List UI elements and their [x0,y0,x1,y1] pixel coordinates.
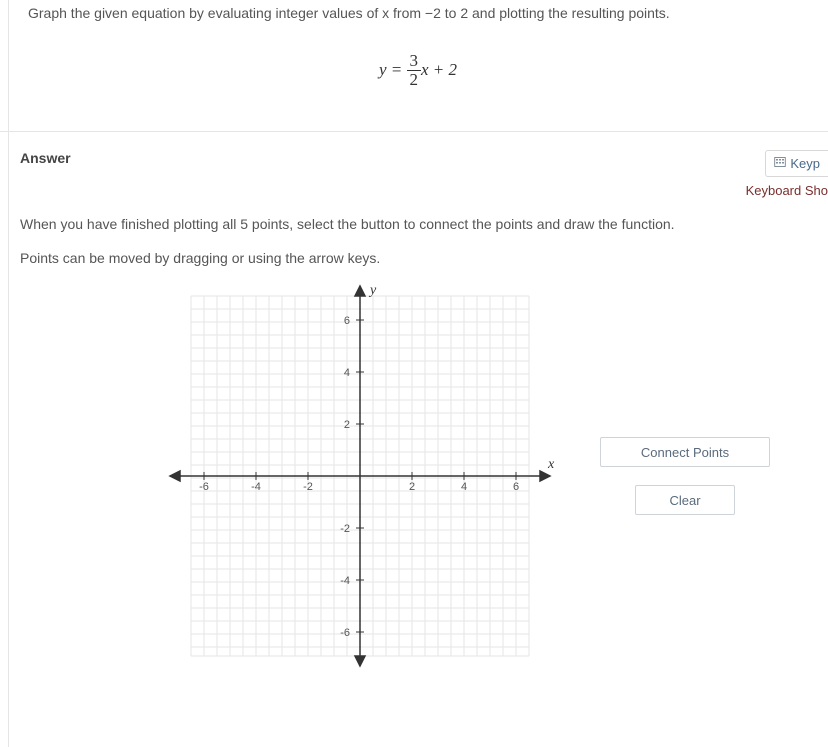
equation-fraction: 3 2 [407,52,422,90]
question-prompt: Graph the given equation by evaluating i… [28,0,808,24]
connect-points-button[interactable]: Connect Points [600,437,770,467]
svg-text:4: 4 [344,367,350,379]
equation-lhs: y = [379,60,402,79]
svg-text:6: 6 [344,315,350,327]
svg-text:-6: -6 [340,627,350,639]
svg-text:-6: -6 [199,481,209,493]
svg-text:2: 2 [344,419,350,431]
instruction-line2: Points can be moved by dragging or using… [20,250,808,266]
graph-controls: Connect Points Clear [600,437,770,515]
question-area: Graph the given equation by evaluating i… [0,0,828,132]
fraction-numerator: 3 [407,52,422,72]
y-axis-label: y [368,283,377,298]
arrow-up-icon [355,286,365,296]
arrow-right-icon [540,471,550,481]
keypad-label: Keyp [790,156,820,171]
svg-text:4: 4 [461,481,467,493]
equation-rhs: x + 2 [421,60,457,79]
svg-text:-4: -4 [340,575,350,587]
answer-label: Answer [20,150,71,166]
svg-text:-4: -4 [251,481,261,493]
clear-button[interactable]: Clear [635,485,735,515]
keyboard-shortcuts-link[interactable]: Keyboard Sho [746,183,828,198]
keypad-icon [774,156,786,171]
graph-row: y x -6 -4 -2 2 4 6 6 4 2 -2 -4 -6 [20,276,808,676]
svg-text:6: 6 [513,481,519,493]
fraction-denominator: 2 [407,71,422,90]
key-area: Keyp Keyboard Sho [746,150,828,198]
tick-labels: -6 -4 -2 2 4 6 6 4 2 -2 -4 -6 [199,315,519,639]
coordinate-plane[interactable]: y x -6 -4 -2 2 4 6 6 4 2 -2 -4 -6 [160,276,560,676]
graph-svg[interactable]: y x -6 -4 -2 2 4 6 6 4 2 -2 -4 -6 [160,276,560,676]
svg-text:-2: -2 [340,523,350,535]
instructions-area: When you have finished plotting all 5 po… [0,198,828,676]
arrow-left-icon [170,471,180,481]
axes [170,286,550,666]
svg-text:-2: -2 [303,481,313,493]
axis-labels: y x [368,283,555,472]
svg-text:2: 2 [409,481,415,493]
instruction-line1: When you have finished plotting all 5 po… [20,216,808,232]
answer-header: Answer Keyp Keyboard Sho [0,132,828,198]
equation: y = 3 2 x + 2 [28,52,808,90]
keypad-button[interactable]: Keyp [765,150,828,177]
x-axis-label: x [547,457,555,472]
arrow-down-icon [355,656,365,666]
